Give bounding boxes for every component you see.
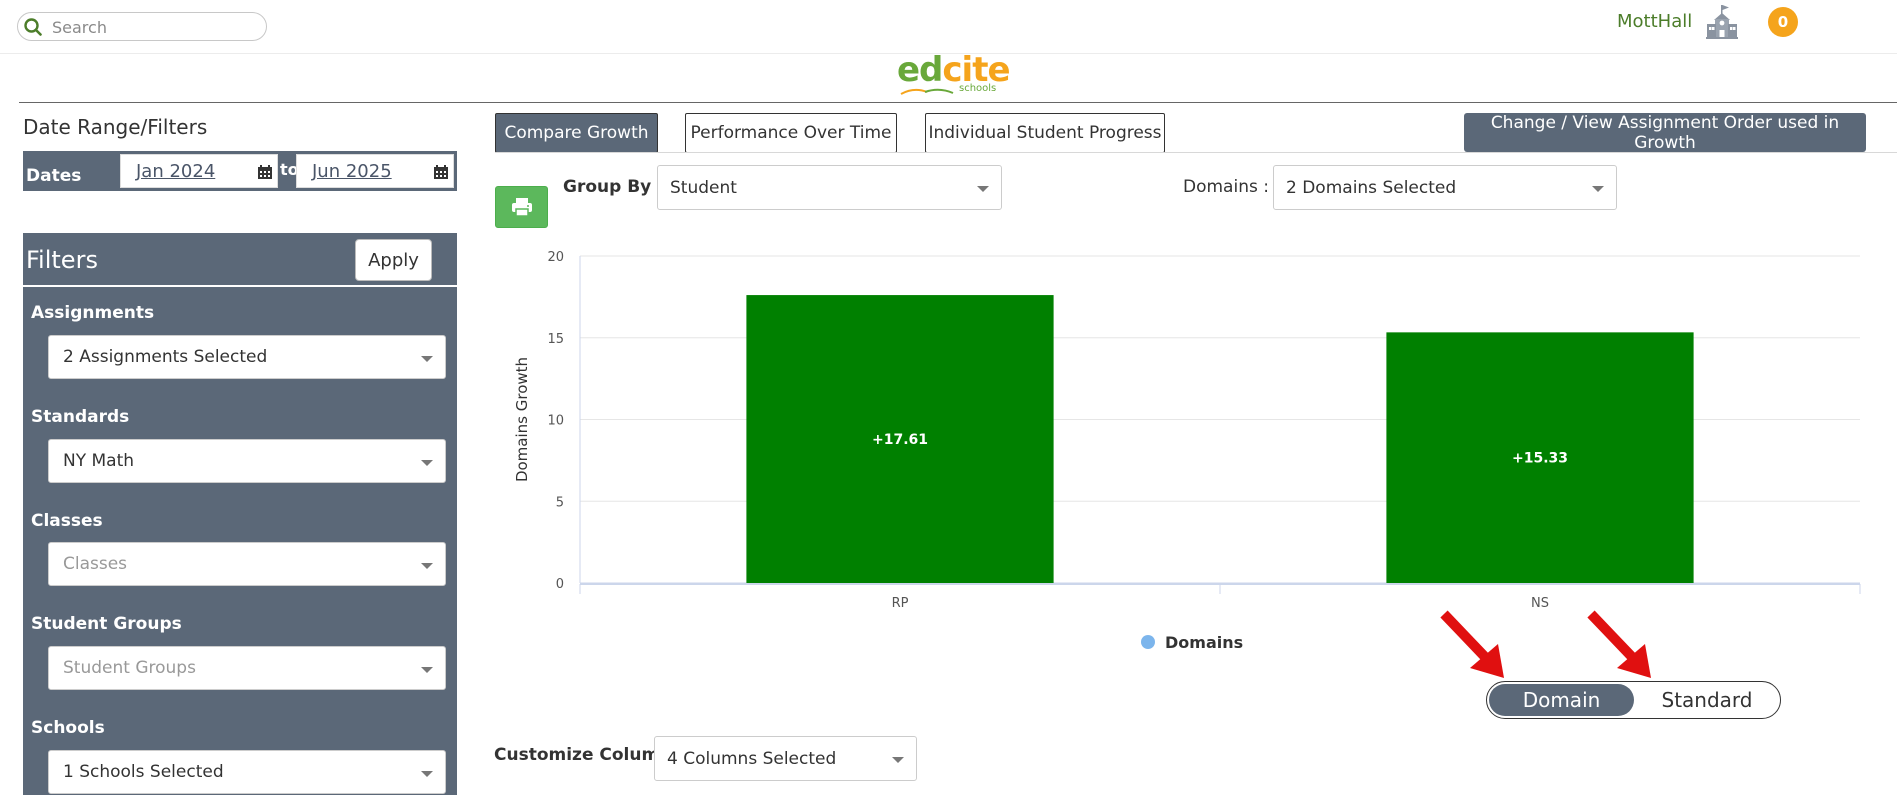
printer-icon: [512, 198, 532, 217]
legend-item-domains[interactable]: Domains: [1165, 633, 1243, 652]
data-label: +15.33: [1512, 451, 1568, 467]
filters-header: Filters Apply: [23, 233, 457, 287]
customize-columns-value: 4 Columns Selected: [667, 749, 837, 769]
assignments-select[interactable]: 2 Assignments Selected: [48, 335, 446, 379]
chevron-down-icon: [421, 563, 433, 569]
calendar-icon[interactable]: [433, 164, 449, 180]
chevron-down-icon: [892, 757, 904, 763]
tab-compare-growth[interactable]: Compare Growth: [495, 113, 658, 153]
y-tick-label: 20: [547, 250, 564, 265]
chevron-down-icon: [421, 771, 433, 777]
assignments-select-value: 2 Assignments Selected: [63, 347, 268, 367]
student-groups-select[interactable]: Student Groups: [48, 646, 446, 690]
change-assignment-order-button[interactable]: Change / View Assignment Order used in G…: [1464, 113, 1866, 153]
chevron-down-icon: [977, 186, 989, 192]
y-tick-label: 10: [547, 414, 564, 429]
toggle-standard-option[interactable]: Standard: [1637, 684, 1777, 716]
domains-select[interactable]: 2 Domains Selected: [1273, 165, 1617, 210]
schools-select-value: 1 Schools Selected: [63, 762, 224, 782]
app-root: MottHall 0 edcite schools Date Range/Fil…: [0, 0, 1897, 795]
search-icon: [24, 18, 42, 36]
group-by-label: Group By :: [563, 177, 664, 197]
logo-text-ed: ed: [897, 50, 943, 90]
red-arrow-icon: [1587, 610, 1651, 678]
schools-select[interactable]: 1 Schools Selected: [48, 750, 446, 794]
standards-select[interactable]: NY Math: [48, 439, 446, 483]
tab-performance-over-time[interactable]: Performance Over Time: [685, 113, 897, 153]
chevron-down-icon: [421, 460, 433, 466]
date-to-input[interactable]: Jun 2025: [296, 154, 454, 188]
dates-label: Dates: [26, 166, 82, 186]
domains-label: Domains :: [1183, 177, 1269, 197]
search-input[interactable]: [52, 16, 252, 38]
y-tick-label: 5: [556, 495, 564, 510]
student-groups-select-placeholder: Student Groups: [63, 658, 196, 678]
filter-label-classes: Classes: [31, 511, 103, 531]
notification-badge[interactable]: 0: [1768, 7, 1798, 37]
domain-standard-toggle[interactable]: Domain Standard: [1486, 681, 1781, 719]
search-box[interactable]: [17, 12, 267, 41]
domains-value: 2 Domains Selected: [1286, 178, 1457, 198]
x-tick-label: NS: [1531, 596, 1549, 611]
header-rule: [19, 102, 1897, 103]
data-label: +17.61: [872, 432, 928, 448]
x-tick-label: RP: [892, 596, 909, 611]
classes-select[interactable]: Classes: [48, 542, 446, 586]
standards-select-value: NY Math: [63, 451, 135, 471]
date-to-value: Jun 2025: [312, 161, 392, 182]
dates-bar: Dates Jan 2024 to Jun 2025: [23, 151, 457, 191]
print-button[interactable]: [495, 186, 548, 228]
filter-label-student-groups: Student Groups: [31, 614, 182, 634]
customize-columns-select[interactable]: 4 Columns Selected: [654, 736, 917, 781]
tab-individual-student-progress[interactable]: Individual Student Progress: [925, 113, 1165, 153]
user-name-link[interactable]: MottHall: [1617, 11, 1692, 32]
classes-select-placeholder: Classes: [63, 554, 128, 574]
logo-subtitle: schools: [959, 83, 997, 94]
logo-swoosh-icon: [900, 88, 954, 95]
chevron-down-icon: [421, 356, 433, 362]
chevron-down-icon: [421, 667, 433, 673]
school-building-icon[interactable]: [1706, 4, 1738, 40]
filter-label-assignments: Assignments: [31, 303, 155, 323]
filter-label-schools: Schools: [31, 718, 105, 738]
filter-label-standards: Standards: [31, 407, 130, 427]
apply-button[interactable]: Apply: [355, 239, 432, 281]
date-from-value: Jan 2024: [136, 161, 216, 182]
y-tick-label: 15: [547, 332, 564, 347]
chevron-down-icon: [1592, 186, 1604, 192]
date-range-title: Date Range/Filters: [23, 115, 208, 139]
calendar-icon[interactable]: [257, 164, 273, 180]
toggle-domain-option[interactable]: Domain: [1489, 684, 1634, 716]
y-tick-label: 0: [556, 577, 564, 592]
growth-bar-chart: 0 5 10 15 20 Domains Growth +17.61 RP +15.33 NS: [513, 250, 1861, 611]
filters-panel: Filters Apply Assignments 2 Assignments …: [23, 233, 457, 795]
legend-marker: [1141, 635, 1155, 649]
edcite-logo[interactable]: edcite schools: [895, 50, 1011, 98]
group-by-value: Student: [670, 178, 737, 198]
red-arrow-icon: [1440, 610, 1504, 678]
date-from-input[interactable]: Jan 2024: [120, 154, 278, 188]
y-axis-title: Domains Growth: [513, 357, 531, 482]
group-by-select[interactable]: Student: [657, 165, 1002, 210]
filters-title: Filters: [26, 246, 98, 274]
tab-rule: [495, 152, 1897, 153]
